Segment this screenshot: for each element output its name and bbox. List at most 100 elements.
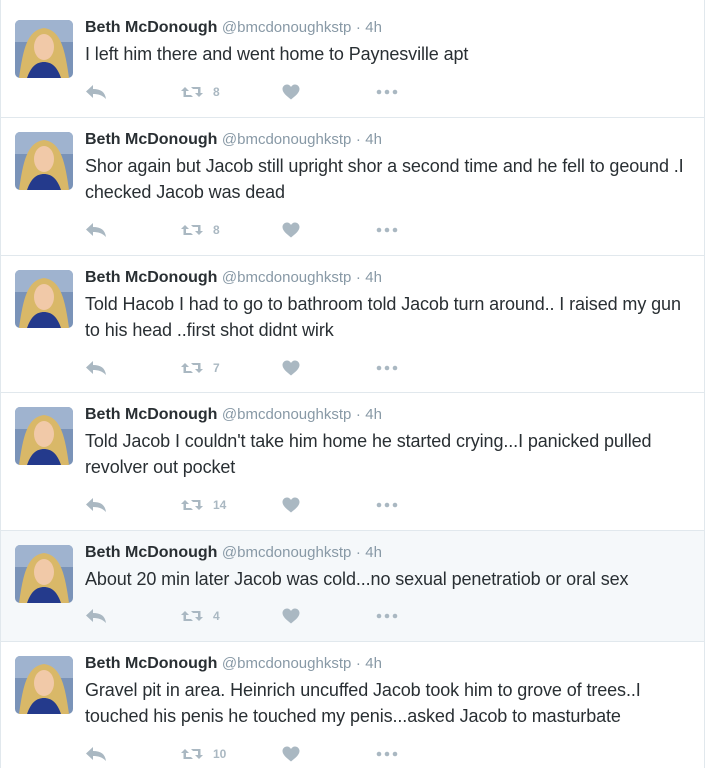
tweet[interactable]: Beth McDonough @bmcdonoughkstp · 4h Told… (1, 256, 704, 393)
tweet-text: Told Hacob I had to go to bathroom told … (85, 294, 681, 340)
tweet-actions: 4 (85, 606, 425, 626)
tweet-actions: 8 (85, 82, 425, 102)
tweet-timeline: Beth McDonough @bmcdonoughkstp · 4h I le… (0, 0, 705, 768)
tweet[interactable]: Beth McDonough @bmcdonoughkstp · 4h Told… (1, 393, 704, 531)
like-button[interactable] (282, 744, 300, 764)
like-button[interactable] (282, 495, 300, 515)
retweet-count: 8 (213, 85, 220, 99)
tweet-actions: 10 (85, 744, 425, 764)
retweet-icon (180, 746, 204, 762)
tweet-header: Beth McDonough @bmcdonoughkstp · 4h (85, 268, 690, 288)
retweet-icon (180, 84, 204, 100)
tweet-actions: 7 (85, 358, 425, 378)
author-handle[interactable]: @bmcdonoughkstp (222, 655, 351, 672)
tweet[interactable]: Beth McDonough @bmcdonoughkstp · 4h Grav… (1, 642, 704, 768)
heart-icon (282, 608, 300, 624)
tweet[interactable]: Beth McDonough @bmcdonoughkstp · 4h Shor… (1, 118, 704, 256)
author-handle[interactable]: @bmcdonoughkstp (222, 544, 351, 561)
reply-button[interactable] (85, 358, 107, 378)
author-name[interactable]: Beth McDonough (85, 655, 217, 672)
separator: · (355, 544, 361, 561)
retweet-button[interactable]: 8 (180, 220, 220, 240)
avatar[interactable] (15, 545, 73, 603)
reply-icon (85, 84, 107, 100)
like-button[interactable] (282, 606, 300, 626)
like-button[interactable] (282, 358, 300, 378)
tweet-header: Beth McDonough @bmcdonoughkstp · 4h (85, 405, 690, 425)
tweet-text: Shor again but Jacob still upright shor … (85, 156, 684, 202)
author-name[interactable]: Beth McDonough (85, 269, 217, 286)
timestamp[interactable]: 4h (365, 406, 382, 423)
tweet-actions: 8 (85, 220, 425, 240)
author-name[interactable]: Beth McDonough (85, 19, 217, 36)
author-handle[interactable]: @bmcdonoughkstp (222, 269, 351, 286)
reply-icon (85, 497, 107, 513)
more-button[interactable] (376, 220, 398, 240)
like-button[interactable] (282, 220, 300, 240)
timestamp[interactable]: 4h (365, 19, 382, 36)
timestamp[interactable]: 4h (365, 269, 382, 286)
avatar[interactable] (15, 270, 73, 328)
separator: · (355, 19, 361, 36)
author-handle[interactable]: @bmcdonoughkstp (222, 19, 351, 36)
tweet-actions: 14 (85, 495, 425, 515)
retweet-icon (180, 497, 204, 513)
author-handle[interactable]: @bmcdonoughkstp (222, 406, 351, 423)
retweet-count: 14 (213, 498, 227, 512)
more-button[interactable] (376, 495, 398, 515)
author-name[interactable]: Beth McDonough (85, 406, 217, 423)
tweet-header: Beth McDonough @bmcdonoughkstp · 4h (85, 543, 690, 563)
separator: · (355, 269, 361, 286)
retweet-count: 8 (213, 223, 220, 237)
more-icon (376, 613, 398, 619)
retweet-button[interactable]: 4 (180, 606, 220, 626)
tweet-text: Gravel pit in area. Heinrich uncuffed Ja… (85, 680, 641, 726)
more-button[interactable] (376, 358, 398, 378)
retweet-icon (180, 360, 204, 376)
separator: · (355, 406, 361, 423)
more-button[interactable] (376, 606, 398, 626)
timestamp[interactable]: 4h (365, 131, 382, 148)
avatar[interactable] (15, 20, 73, 78)
reply-button[interactable] (85, 495, 107, 515)
tweet-header: Beth McDonough @bmcdonoughkstp · 4h (85, 654, 690, 674)
heart-icon (282, 84, 300, 100)
tweet-text: Told Jacob I couldn't take him home he s… (85, 431, 652, 477)
retweet-count: 4 (213, 609, 220, 623)
tweet-header: Beth McDonough @bmcdonoughkstp · 4h (85, 130, 690, 150)
heart-icon (282, 222, 300, 238)
author-name[interactable]: Beth McDonough (85, 131, 217, 148)
avatar[interactable] (15, 656, 73, 714)
heart-icon (282, 497, 300, 513)
reply-button[interactable] (85, 606, 107, 626)
tweet[interactable]: Beth McDonough @bmcdonoughkstp · 4h I le… (1, 0, 704, 118)
retweet-icon (180, 222, 204, 238)
retweet-count: 10 (213, 747, 227, 761)
author-handle[interactable]: @bmcdonoughkstp (222, 131, 351, 148)
avatar[interactable] (15, 407, 73, 465)
more-button[interactable] (376, 82, 398, 102)
retweet-button[interactable]: 8 (180, 82, 220, 102)
tweet-text: About 20 min later Jacob was cold...no s… (85, 569, 629, 589)
retweet-button[interactable]: 7 (180, 358, 220, 378)
timestamp[interactable]: 4h (365, 544, 382, 561)
more-icon (376, 89, 398, 95)
retweet-button[interactable]: 10 (180, 744, 226, 764)
tweet-text: I left him there and went home to Paynes… (85, 44, 469, 64)
tweet[interactable]: Beth McDonough @bmcdonoughkstp · 4h Abou… (1, 531, 704, 642)
reply-icon (85, 608, 107, 624)
author-name[interactable]: Beth McDonough (85, 544, 217, 561)
reply-button[interactable] (85, 82, 107, 102)
reply-icon (85, 746, 107, 762)
retweet-count: 7 (213, 361, 220, 375)
more-icon (376, 365, 398, 371)
avatar[interactable] (15, 132, 73, 190)
more-icon (376, 751, 398, 757)
retweet-button[interactable]: 14 (180, 495, 226, 515)
reply-button[interactable] (85, 220, 107, 240)
like-button[interactable] (282, 82, 300, 102)
reply-button[interactable] (85, 744, 107, 764)
more-button[interactable] (376, 744, 398, 764)
heart-icon (282, 746, 300, 762)
timestamp[interactable]: 4h (365, 655, 382, 672)
